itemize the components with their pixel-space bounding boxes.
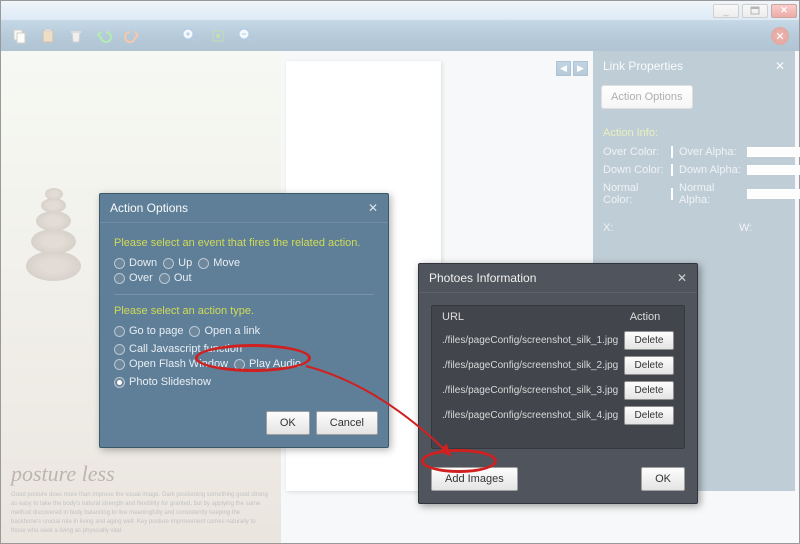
over-color-swatch[interactable]: [671, 146, 673, 158]
normal-alpha-field[interactable]: [747, 189, 800, 199]
link-properties-close-icon[interactable]: ✕: [775, 59, 785, 73]
paste-icon[interactable]: [39, 27, 57, 45]
type-radio-play-audio[interactable]: Play Audio: [234, 358, 301, 370]
down-alpha-field[interactable]: [747, 165, 800, 175]
action-options-dialog: Action Options ✕ Please select an event …: [99, 193, 389, 448]
table-row: ./files/pageConfig/screenshot_silk_4.jpg…: [432, 403, 684, 428]
zoom-in-icon[interactable]: [181, 27, 199, 45]
action-options-title: Action Options: [110, 201, 188, 215]
down-alpha-label: Down Alpha:: [679, 164, 741, 176]
zoom-out-icon[interactable]: [237, 27, 255, 45]
scroll-right-button[interactable]: ▶: [573, 61, 588, 76]
down-color-label: Down Color:: [603, 164, 665, 176]
w-label: W:: [739, 222, 800, 234]
photo-url: ./files/pageConfig/screenshot_silk_3.jpg: [442, 385, 624, 396]
photos-table: URL Action ./files/pageConfig/screenshot…: [431, 305, 685, 449]
down-color-swatch[interactable]: [671, 164, 673, 176]
main-toolbar: ✕: [1, 21, 799, 51]
over-alpha-field[interactable]: [747, 147, 800, 157]
col-action-header: Action: [616, 311, 674, 323]
action-options-button[interactable]: Action Options: [601, 85, 693, 109]
zoom-fit-icon[interactable]: [209, 27, 227, 45]
type-radio-call-js[interactable]: Call Javascript function: [114, 343, 242, 355]
page-body-text: Good posture does more than improve the …: [11, 491, 271, 539]
over-color-label: Over Color:: [603, 146, 665, 158]
copy-icon[interactable]: [11, 27, 29, 45]
toolbar-close-icon[interactable]: ✕: [771, 27, 789, 45]
delete-button[interactable]: Delete: [624, 356, 674, 375]
add-images-button[interactable]: Add Images: [431, 467, 518, 491]
event-radio-over[interactable]: Over: [114, 272, 153, 284]
window-minimize-button[interactable]: _: [713, 4, 739, 18]
type-radio-flash-window[interactable]: Open Flash Window: [114, 358, 228, 370]
type-prompt: Please select an action type.: [114, 305, 374, 317]
event-radio-out[interactable]: Out: [159, 272, 192, 284]
window-maximize-button[interactable]: [742, 4, 768, 18]
photos-information-dialog: Photoes Information ✕ URL Action ./files…: [418, 263, 698, 504]
delete-button[interactable]: Delete: [624, 331, 674, 350]
redo-icon[interactable]: [123, 27, 141, 45]
table-row: ./files/pageConfig/screenshot_silk_2.jpg…: [432, 353, 684, 378]
event-radio-move[interactable]: Move: [198, 257, 240, 269]
x-label: X:: [603, 222, 665, 234]
col-url-header: URL: [442, 311, 616, 323]
event-radio-up[interactable]: Up: [163, 257, 192, 269]
normal-color-swatch[interactable]: [671, 188, 673, 200]
scroll-left-button[interactable]: ◀: [556, 61, 571, 76]
delete-button[interactable]: Delete: [624, 381, 674, 400]
delete-button[interactable]: Delete: [624, 406, 674, 425]
action-options-ok-button[interactable]: OK: [266, 411, 310, 435]
normal-color-label: Normal Color:: [603, 182, 665, 206]
photo-url: ./files/pageConfig/screenshot_silk_2.jpg: [442, 360, 624, 371]
normal-alpha-label: Normal Alpha:: [679, 182, 741, 206]
event-radio-down[interactable]: Down: [114, 257, 157, 269]
undo-icon[interactable]: [95, 27, 113, 45]
photo-url: ./files/pageConfig/screenshot_silk_4.jpg: [442, 410, 624, 421]
photos-dialog-close-icon[interactable]: ✕: [677, 271, 687, 285]
action-info-label: Action Info:: [593, 119, 795, 143]
action-options-close-icon[interactable]: ✕: [368, 201, 378, 215]
type-radio-goto-page[interactable]: Go to page: [114, 325, 183, 337]
page-heading: posture less: [11, 461, 115, 487]
window-close-button[interactable]: ✕: [771, 4, 797, 18]
over-alpha-label: Over Alpha:: [679, 146, 741, 158]
action-options-cancel-button[interactable]: Cancel: [316, 411, 378, 435]
type-radio-photo-slideshow[interactable]: Photo Slideshow: [114, 376, 211, 388]
table-row: ./files/pageConfig/screenshot_silk_1.jpg…: [432, 328, 684, 353]
trash-icon[interactable]: [67, 27, 85, 45]
photo-url: ./files/pageConfig/screenshot_silk_1.jpg: [442, 335, 624, 346]
type-radio-open-link[interactable]: Open a link: [189, 325, 260, 337]
photos-dialog-title: Photoes Information: [429, 271, 536, 285]
link-properties-title: Link Properties: [603, 59, 683, 73]
table-row: ./files/pageConfig/screenshot_silk_3.jpg…: [432, 378, 684, 403]
event-prompt: Please select an event that fires the re…: [114, 237, 374, 249]
photos-ok-button[interactable]: OK: [641, 467, 685, 491]
